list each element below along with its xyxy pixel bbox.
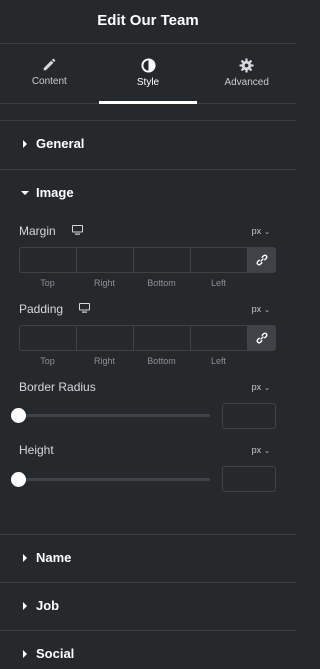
section-image-title: Image: [36, 185, 74, 200]
height-unit-value: px: [251, 445, 262, 455]
section-job-title: Job: [36, 598, 60, 613]
dim-label-left: Left: [210, 278, 226, 288]
margin-link-button[interactable]: [247, 247, 276, 273]
section-general[interactable]: General: [0, 120, 296, 166]
margin-label: Margin: [19, 224, 56, 238]
border-radius-slider-track[interactable]: [19, 414, 210, 417]
border-radius-unit-value: px: [251, 382, 262, 392]
contrast-icon: [140, 58, 156, 73]
margin-dim-labels: Top Right Bottom Left: [19, 278, 247, 288]
height-slider-track[interactable]: [19, 478, 210, 481]
tab-advanced[interactable]: Advanced: [197, 45, 296, 103]
chevron-down-icon: ⌄: [264, 385, 270, 392]
dim-label-left: Left: [210, 356, 226, 366]
section-general-title: General: [36, 136, 85, 151]
padding-dim-labels: Top Right Bottom Left: [19, 356, 247, 366]
tab-bar: Content Style Advanced: [0, 45, 296, 104]
section-image[interactable]: Image: [0, 169, 296, 215]
border-radius-slider-handle[interactable]: [11, 408, 26, 423]
dim-label-right: Right: [93, 356, 115, 366]
gear-icon: [239, 58, 254, 73]
desktop-icon[interactable]: [72, 225, 83, 235]
padding-unit-value: px: [251, 304, 262, 314]
dim-label-bottom: Bottom: [147, 356, 176, 366]
caret-right-icon: [23, 139, 27, 148]
section-name[interactable]: Name: [0, 534, 296, 580]
chevron-down-icon: ⌄: [264, 229, 270, 236]
section-social-title: Social: [36, 646, 75, 661]
border-radius-label: Border Radius: [19, 380, 96, 394]
chevron-down-icon: ⌄: [264, 448, 270, 455]
tab-content-label: Content: [31, 76, 67, 87]
dim-label-top: Top: [40, 278, 55, 288]
margin-unit-value: px: [251, 226, 262, 236]
section-social[interactable]: Social: [0, 630, 296, 669]
section-name-title: Name: [36, 550, 72, 565]
tab-advanced-label: Advanced: [224, 77, 269, 88]
panel-header: Edit Our Team: [0, 0, 296, 44]
padding-left-input[interactable]: [190, 325, 247, 351]
dim-label-top: Top: [40, 356, 55, 366]
tab-style-label: Style: [136, 77, 160, 88]
margin-left-input[interactable]: [190, 247, 247, 273]
section-job[interactable]: Job: [0, 582, 296, 628]
caret-right-icon: [23, 601, 27, 610]
margin-bottom-input[interactable]: [133, 247, 190, 273]
margin-top-input[interactable]: [19, 247, 76, 273]
caret-right-icon: [23, 649, 27, 658]
height-label: Height: [19, 443, 54, 457]
margin-inputs: [19, 247, 276, 273]
padding-bottom-input[interactable]: [133, 325, 190, 351]
link-icon: [256, 332, 268, 344]
border-radius-unit-select[interactable]: px ⌄: [252, 382, 270, 392]
margin-unit-select[interactable]: px ⌄: [252, 226, 270, 236]
height-slider-handle[interactable]: [11, 472, 26, 487]
tab-style[interactable]: Style: [98, 45, 198, 104]
height-unit-select[interactable]: px ⌄: [252, 445, 270, 455]
dim-label-right: Right: [93, 278, 115, 288]
chevron-down-icon: ⌄: [264, 307, 270, 314]
padding-inputs: [19, 325, 276, 351]
padding-link-button[interactable]: [247, 325, 276, 351]
panel-title: Edit Our Team: [97, 12, 199, 29]
pencil-icon: [44, 58, 56, 71]
padding-right-input[interactable]: [76, 325, 133, 351]
padding-label: Padding: [19, 302, 64, 316]
desktop-icon[interactable]: [79, 303, 90, 313]
margin-right-input[interactable]: [76, 247, 133, 273]
padding-top-input[interactable]: [19, 325, 76, 351]
dim-label-bottom: Bottom: [147, 278, 176, 288]
border-radius-input[interactable]: [222, 403, 276, 429]
padding-unit-select[interactable]: px ⌄: [252, 304, 270, 314]
link-icon: [256, 254, 268, 266]
tab-content[interactable]: Content: [0, 45, 99, 103]
caret-right-icon: [23, 553, 27, 562]
height-input[interactable]: [222, 466, 276, 492]
caret-down-icon: [21, 190, 29, 195]
